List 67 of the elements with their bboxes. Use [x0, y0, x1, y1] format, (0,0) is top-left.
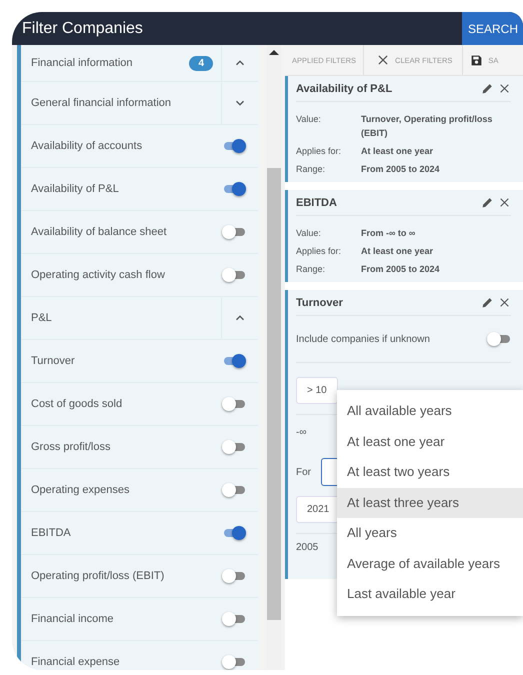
toggle-switch[interactable] — [222, 526, 246, 540]
value-field[interactable]: > 10 — [296, 377, 338, 404]
toggle-label: EBITDA — [31, 527, 72, 539]
toggle-label: Availability of balance sheet — [31, 226, 168, 238]
menu-option[interactable]: At least two years — [337, 457, 523, 488]
toggle-label: Gross profit/loss — [31, 441, 112, 453]
toggle-switch[interactable] — [222, 440, 246, 454]
for-label: For — [296, 466, 311, 478]
toggle-switch[interactable] — [487, 332, 511, 346]
field-label: Value: — [296, 113, 322, 126]
field-value: Turnover, Operating profit/loss (EBIT) — [361, 113, 494, 140]
group-header[interactable]: General financial information — [21, 82, 258, 125]
toggle-switch[interactable] — [222, 354, 246, 368]
toggle-label: Operating profit/loss (EBIT) — [31, 570, 166, 582]
window-title: Filter Companies — [21, 19, 144, 39]
count-badge: 4 — [189, 56, 213, 70]
toggle-switch[interactable] — [222, 483, 246, 497]
group-label: P&L — [31, 312, 53, 324]
card-title: EBITDA — [296, 196, 338, 208]
field-label: Applies for: — [296, 145, 342, 158]
edit-icon[interactable] — [481, 82, 494, 95]
toggle-label: Financial expense — [31, 656, 121, 668]
toggle-label: Operating expenses — [31, 484, 130, 496]
toggle-switch[interactable] — [222, 655, 246, 669]
field-label: Range: — [296, 263, 326, 276]
toggle-label: Operating activity cash flow — [31, 269, 166, 281]
close-icon[interactable] — [498, 196, 511, 209]
toggle-switch[interactable] — [222, 139, 246, 153]
field-label: Applies for: — [296, 245, 342, 258]
field-label: Value: — [296, 227, 322, 240]
menu-option[interactable]: At least three years — [337, 488, 523, 518]
toggle-label: Financial income — [31, 613, 115, 625]
toggle-label: Cost of goods sold — [31, 398, 124, 410]
field-label: Range: — [296, 163, 326, 176]
toggle-switch[interactable] — [222, 397, 246, 411]
close-icon — [376, 53, 390, 67]
edit-icon[interactable] — [481, 196, 494, 209]
field-value: From 2005 to 2024 — [361, 163, 441, 176]
toggle-switch[interactable] — [222, 182, 246, 196]
toggle-switch[interactable] — [222, 569, 246, 583]
search-button[interactable]: SEARCH — [462, 12, 523, 45]
toggle-switch[interactable] — [222, 268, 246, 282]
edit-icon[interactable] — [481, 296, 494, 309]
group-label: Financial information — [31, 57, 134, 69]
field-value: From -∞ to ∞ — [361, 227, 416, 240]
toggle-switch[interactable] — [222, 225, 246, 239]
menu-option[interactable]: At least one year — [337, 426, 523, 457]
card-title: Availability of P&L — [296, 82, 394, 94]
field-value: At least one year — [361, 145, 434, 158]
toggle-label: Availability of P&L — [31, 183, 120, 195]
card-title: Turnover — [296, 296, 344, 308]
group-header[interactable]: Financial information 4 — [21, 45, 258, 82]
menu-option[interactable]: All available years — [337, 396, 523, 426]
field-value: From 2005 to 2024 — [361, 263, 441, 276]
group-header[interactable]: P&L — [21, 297, 258, 340]
close-icon[interactable] — [498, 296, 511, 309]
range-min-label: -∞ — [296, 427, 306, 438]
group-label: General financial information — [31, 97, 172, 109]
slider-min-label: 2005 — [296, 542, 318, 553]
field-value: At least one year — [361, 245, 434, 258]
close-icon[interactable] — [498, 82, 511, 95]
toggle-label: Availability of accounts — [31, 140, 144, 152]
menu-option[interactable]: Last available year — [337, 579, 523, 610]
toggle-switch[interactable] — [222, 612, 246, 626]
toggle-label: Include companies if unknown — [296, 334, 431, 344]
menu-option[interactable]: Average of available years — [337, 548, 523, 579]
toggle-label: Turnover — [31, 355, 76, 367]
